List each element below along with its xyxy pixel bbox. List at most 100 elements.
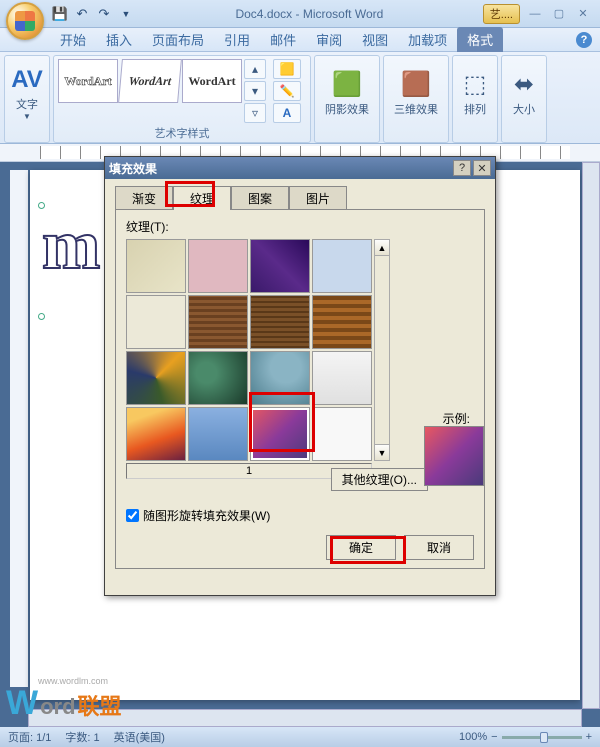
ribbon-tabs: 开始 插入 页面布局 引用 邮件 审阅 视图 加载项 格式 ?	[0, 28, 600, 52]
texture-swatch[interactable]	[188, 295, 248, 349]
addon-button[interactable]: 艺....	[483, 4, 520, 24]
shape-outline-button[interactable]: ✏️	[273, 81, 301, 101]
vertical-scrollbar[interactable]	[582, 162, 600, 709]
arrange-icon: ⬚	[464, 70, 487, 99]
tab-home[interactable]: 开始	[50, 27, 96, 52]
titlebar: 💾 ↶ ↷ ▼ Doc4.docx - Microsoft Word 艺....…	[0, 0, 600, 28]
ribbon-group-wordart-styles: WordArt WordArt WordArt ▴ ▾ ▿ 🟨 ✏️ A 艺术字…	[53, 55, 311, 143]
qat-customize[interactable]: ▼	[116, 4, 136, 24]
ok-button[interactable]: 确定	[326, 535, 396, 560]
group-label-styles: 艺术字样式	[54, 125, 310, 141]
shape-fill-button[interactable]: 🟨	[273, 59, 301, 79]
status-words[interactable]: 字数: 1	[65, 729, 99, 745]
edit-text-button[interactable]: AV 文字▼	[9, 59, 45, 128]
dialog-help-button[interactable]: ?	[453, 160, 471, 176]
tab-references[interactable]: 引用	[214, 27, 260, 52]
tab-review[interactable]: 审阅	[306, 27, 352, 52]
wordart-style-1[interactable]: WordArt	[58, 59, 118, 103]
rotate-checkbox-row[interactable]: 随图形旋转填充效果(W)	[126, 507, 270, 524]
text-icon: AV	[11, 66, 43, 94]
texture-swatch[interactable]	[312, 407, 372, 461]
texture-swatch[interactable]	[188, 351, 248, 405]
tab-addins[interactable]: 加载项	[398, 27, 457, 52]
gallery-more-button[interactable]: ▿	[244, 103, 266, 123]
cancel-button[interactable]: 取消	[404, 535, 474, 560]
ribbon-group-arrange: ⬚排列	[452, 55, 498, 143]
maximize-button[interactable]: ▢	[548, 7, 570, 21]
gallery-down-button[interactable]: ▾	[244, 81, 266, 101]
texture-swatch-selected[interactable]	[250, 407, 310, 461]
change-shape-button[interactable]: A	[273, 103, 301, 123]
tab-insert[interactable]: 插入	[96, 27, 142, 52]
texture-swatch[interactable]	[312, 295, 372, 349]
texture-swatch[interactable]	[188, 407, 248, 461]
undo-button[interactable]: ↶	[72, 4, 92, 24]
fill-effects-dialog: 填充效果 ? ✕ 渐变 纹理 图案 图片 纹理(T):	[104, 156, 496, 596]
tab-format[interactable]: 格式	[457, 27, 503, 52]
dialog-titlebar[interactable]: 填充效果 ? ✕	[105, 157, 495, 179]
window-title: Doc4.docx - Microsoft Word	[136, 7, 483, 21]
tab-layout[interactable]: 页面布局	[142, 27, 214, 52]
help-icon[interactable]: ?	[576, 32, 592, 48]
status-page[interactable]: 页面: 1/1	[8, 729, 51, 745]
arrange-button[interactable]: ⬚排列	[457, 59, 493, 128]
texture-swatch[interactable]	[126, 239, 186, 293]
ribbon-group-shadow: 🟩阴影效果	[314, 55, 380, 143]
ribbon: AV 文字▼ WordArt WordArt WordArt ▴ ▾ ▿ 🟨 ✏…	[0, 52, 600, 144]
texture-grid	[126, 239, 372, 461]
tab-mailings[interactable]: 邮件	[260, 27, 306, 52]
size-button[interactable]: ⬌大小	[506, 59, 542, 128]
cube-icon: 🟫	[401, 70, 431, 99]
texture-swatch[interactable]	[126, 407, 186, 461]
close-button[interactable]: ✕	[572, 7, 594, 21]
shadow-button[interactable]: 🟩阴影效果	[319, 59, 375, 128]
scroll-up-button[interactable]: ▲	[375, 240, 389, 256]
redo-button[interactable]: ↷	[94, 4, 114, 24]
save-button[interactable]: 💾	[50, 4, 70, 24]
dialog-close-button[interactable]: ✕	[473, 160, 491, 176]
watermark: www.wordlm.com W ord 联盟	[6, 684, 122, 723]
statusbar: 页面: 1/1 字数: 1 英语(美国) 100% − +	[0, 727, 600, 747]
shadow-icon: 🟩	[332, 70, 362, 99]
texture-swatch[interactable]	[250, 239, 310, 293]
dialog-title: 填充效果	[109, 160, 451, 177]
quick-access-toolbar: 💾 ↶ ↷ ▼	[46, 4, 136, 24]
texture-swatch[interactable]	[250, 351, 310, 405]
vertical-ruler[interactable]	[10, 170, 28, 687]
threeD-button[interactable]: 🟫三维效果	[388, 59, 444, 128]
zoom-value[interactable]: 100%	[459, 731, 487, 743]
zoom-in-button[interactable]: +	[586, 731, 592, 743]
gallery-up-button[interactable]: ▴	[244, 59, 266, 79]
rotate-label: 随图形旋转填充效果(W)	[143, 507, 270, 524]
zoom-slider[interactable]	[502, 736, 582, 739]
dialog-tabs: 渐变 纹理 图案 图片	[105, 179, 495, 209]
tab-pattern[interactable]: 图案	[231, 186, 289, 210]
sample-label: 示例:	[443, 410, 470, 427]
size-icon: ⬌	[514, 70, 534, 99]
status-language[interactable]: 英语(美国)	[114, 729, 165, 745]
zoom-out-button[interactable]: −	[491, 731, 497, 743]
texture-swatch[interactable]	[126, 351, 186, 405]
office-button[interactable]	[6, 2, 44, 40]
ribbon-group-3d: 🟫三维效果	[383, 55, 449, 143]
rotate-checkbox[interactable]	[126, 509, 139, 522]
texture-swatch[interactable]	[126, 295, 186, 349]
minimize-button[interactable]: —	[524, 7, 546, 21]
texture-label: 纹理(T):	[126, 218, 474, 235]
scroll-down-button[interactable]: ▼	[375, 444, 389, 460]
tab-picture[interactable]: 图片	[289, 186, 347, 210]
ribbon-group-text: AV 文字▼	[4, 55, 50, 143]
tab-view[interactable]: 视图	[352, 27, 398, 52]
texture-swatch[interactable]	[250, 295, 310, 349]
tab-gradient[interactable]: 渐变	[115, 186, 173, 210]
wordart-style-2[interactable]: WordArt	[118, 59, 182, 103]
texture-swatch[interactable]	[312, 351, 372, 405]
texture-swatch[interactable]	[188, 239, 248, 293]
tab-texture[interactable]: 纹理	[173, 186, 231, 210]
wordart-style-3[interactable]: WordArt	[182, 59, 242, 103]
texture-swatch[interactable]	[312, 239, 372, 293]
dialog-body: 纹理(T): ▲ ▼	[115, 209, 485, 569]
ribbon-group-size: ⬌大小	[501, 55, 547, 143]
other-textures-button[interactable]: 其他纹理(O)...	[331, 468, 428, 491]
texture-scrollbar[interactable]: ▲ ▼	[374, 239, 390, 461]
